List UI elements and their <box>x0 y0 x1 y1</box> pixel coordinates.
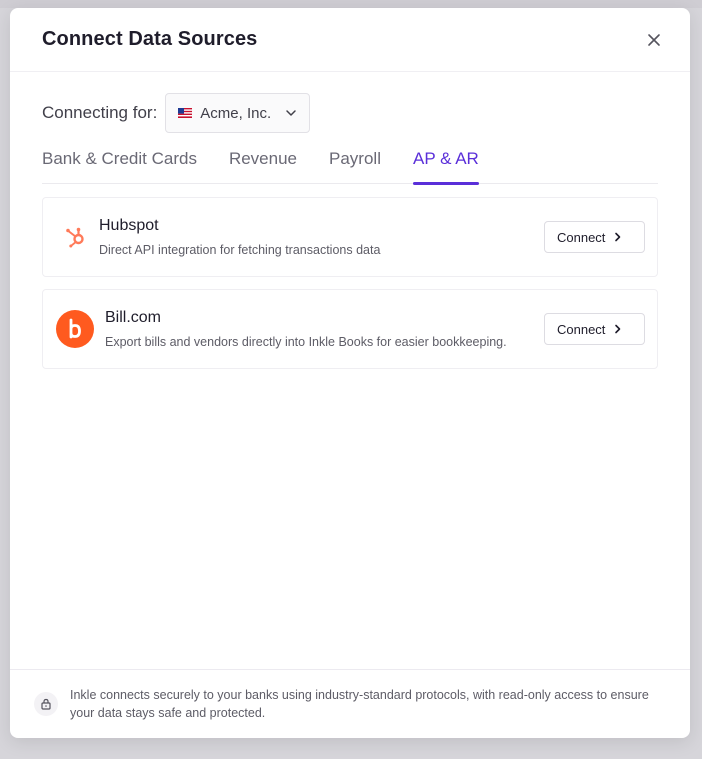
hubspot-logo-icon <box>55 217 95 257</box>
integration-text: Bill.com Export bills and vendors direct… <box>105 309 544 349</box>
background-page-strip <box>0 0 702 8</box>
connecting-for-label: Connecting for: <box>42 103 158 122</box>
security-footer-text: Inkle connects securely to your banks us… <box>70 688 649 720</box>
lock-icon <box>34 692 58 716</box>
connect-button-label: Connect <box>557 229 606 245</box>
close-button[interactable] <box>642 28 666 52</box>
billcom-logo-icon <box>55 309 95 349</box>
entity-name: Acme, Inc. <box>200 104 272 122</box>
modal-header: Connect Data Sources <box>10 8 690 72</box>
tab-bank-credit-cards[interactable]: Bank & Credit Cards <box>42 148 197 184</box>
integration-card-hubspot: Hubspot Direct API integration for fetch… <box>42 197 658 277</box>
chevron-down-icon <box>286 110 297 116</box>
integration-description: Direct API integration for fetching tran… <box>99 243 381 257</box>
integration-text: Hubspot Direct API integration for fetch… <box>99 217 544 257</box>
connect-data-sources-modal: Connect Data Sources Connecting for: Acm… <box>10 8 690 738</box>
source-tabs: Bank & Credit Cards Revenue Payroll AP &… <box>42 148 658 185</box>
integration-description: Export bills and vendors directly into I… <box>105 335 507 349</box>
tab-payroll[interactable]: Payroll <box>329 148 381 184</box>
chevron-right-icon <box>613 324 623 334</box>
close-icon <box>648 33 660 46</box>
security-footer: Inkle connects securely to your banks us… <box>10 669 690 738</box>
connecting-for-row: Connecting for: Acme, Inc. <box>42 93 658 133</box>
chevron-right-icon <box>613 232 623 242</box>
integration-name: Bill.com <box>105 309 162 326</box>
connect-button-label: Connect <box>557 321 606 337</box>
integration-list: Hubspot Direct API integration for fetch… <box>42 197 658 369</box>
tab-ap-ar[interactable]: AP & AR <box>412 148 479 185</box>
integration-name: Hubspot <box>99 217 159 234</box>
modal-title: Connect Data Sources <box>42 28 258 50</box>
modal-body: Connecting for: Acme, Inc. Bank & Credit… <box>10 72 690 369</box>
connect-billcom-button[interactable]: Connect <box>544 313 645 345</box>
us-flag-icon <box>178 108 193 118</box>
entity-select[interactable]: Acme, Inc. <box>165 93 311 133</box>
tab-revenue[interactable]: Revenue <box>229 148 297 184</box>
connect-hubspot-button[interactable]: Connect <box>544 221 645 253</box>
integration-card-billcom: Bill.com Export bills and vendors direct… <box>42 289 658 369</box>
